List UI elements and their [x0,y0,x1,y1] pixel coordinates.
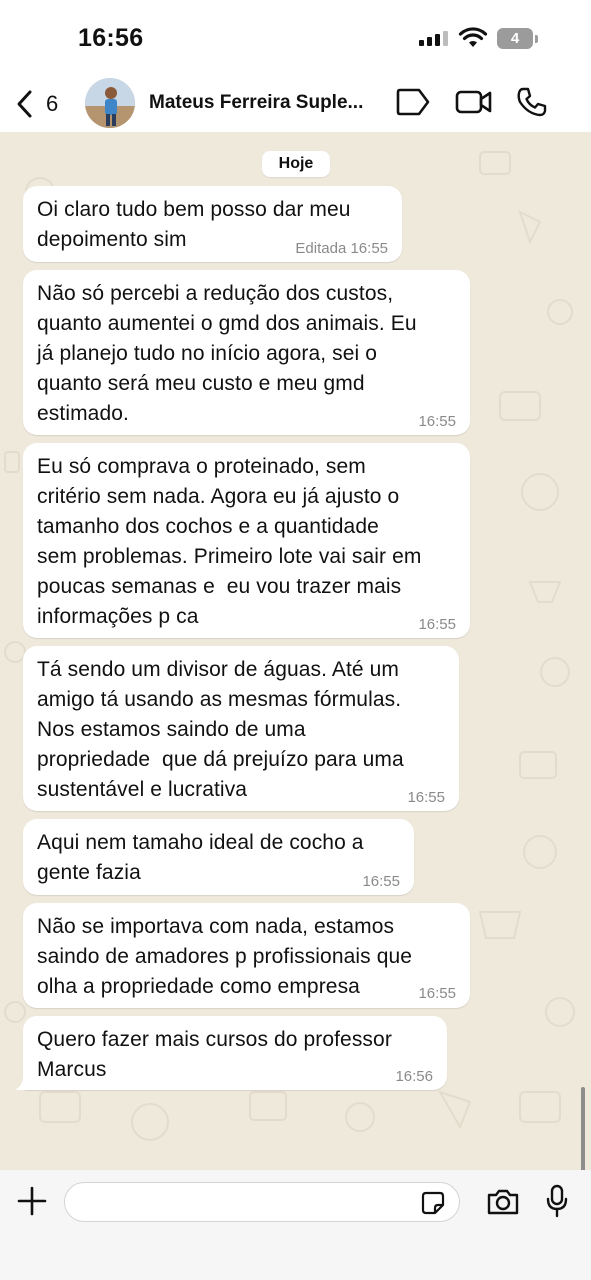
message-bubble[interactable]: Eu só comprava o proteinado, sem critéri… [23,443,470,638]
message-bubble[interactable]: Oi claro tudo bem posso dar meu depoimen… [23,186,402,262]
video-call-icon[interactable] [455,86,493,118]
message-time: 16:55 [407,789,445,806]
battery-indicator: 4 [497,28,539,50]
message-time: 16:55 [362,873,400,890]
sticker-icon[interactable] [421,1191,445,1215]
message-bubble[interactable]: Aqui nem tamaho ideal de cocho a gente f… [23,819,414,895]
label-icon[interactable] [395,86,431,118]
camera-icon[interactable] [486,1188,520,1216]
message-text: Não só percebi a redução dos custos, qua… [37,282,417,425]
cellular-signal-icon [419,31,448,46]
message-text: Eu só comprava o proteinado, sem critéri… [37,455,422,628]
status-time: 16:56 [78,24,144,52]
scrollbar[interactable] [581,1087,585,1170]
chat-area[interactable]: Hoje Oi claro tudo bem posso dar meu dep… [0,132,591,1170]
message-input[interactable] [64,1182,460,1222]
message-bubble[interactable]: Tá sendo um divisor de águas. Até um ami… [23,646,459,811]
contact-name[interactable]: Mateus Ferreira Suple... [149,92,363,114]
chat-header: 6 Mateus Ferreira Suple... [0,78,591,132]
message-time: Editada 16:55 [295,240,388,257]
message-time: 16:55 [418,413,456,430]
chevron-left-icon [17,90,32,118]
message-time: 16:55 [418,985,456,1002]
day-separator: Hoje [262,151,330,177]
message-bubble[interactable]: Quero fazer mais cursos do professor Mar… [15,1016,447,1090]
wifi-icon [458,27,488,47]
avatar-image [85,78,135,128]
phone-icon[interactable] [516,86,548,118]
microphone-icon[interactable] [545,1184,569,1218]
back-button[interactable]: 6 [14,88,74,120]
message-text: Tá sendo um divisor de águas. Até um ami… [37,658,404,801]
message-bubble[interactable]: Não só percebi a redução dos custos, qua… [23,270,470,435]
battery-level: 4 [497,28,533,49]
bubble-tail [15,1076,31,1090]
message-text: Quero fazer mais cursos do professor Mar… [37,1028,392,1081]
message-time: 16:56 [395,1068,433,1085]
message-time: 16:55 [418,616,456,633]
message-text: Aqui nem tamaho ideal de cocho a gente f… [37,831,364,884]
message-bubble[interactable]: Não se importava com nada, estamos saind… [23,903,470,1008]
status-bar: 16:56 4 [0,0,591,78]
plus-icon[interactable] [17,1186,47,1216]
unread-count: 6 [46,91,59,116]
battery-tip [535,35,538,43]
avatar[interactable] [85,78,135,128]
message-text: Não se importava com nada, estamos saind… [37,915,413,998]
message-input-bar [0,1170,591,1280]
